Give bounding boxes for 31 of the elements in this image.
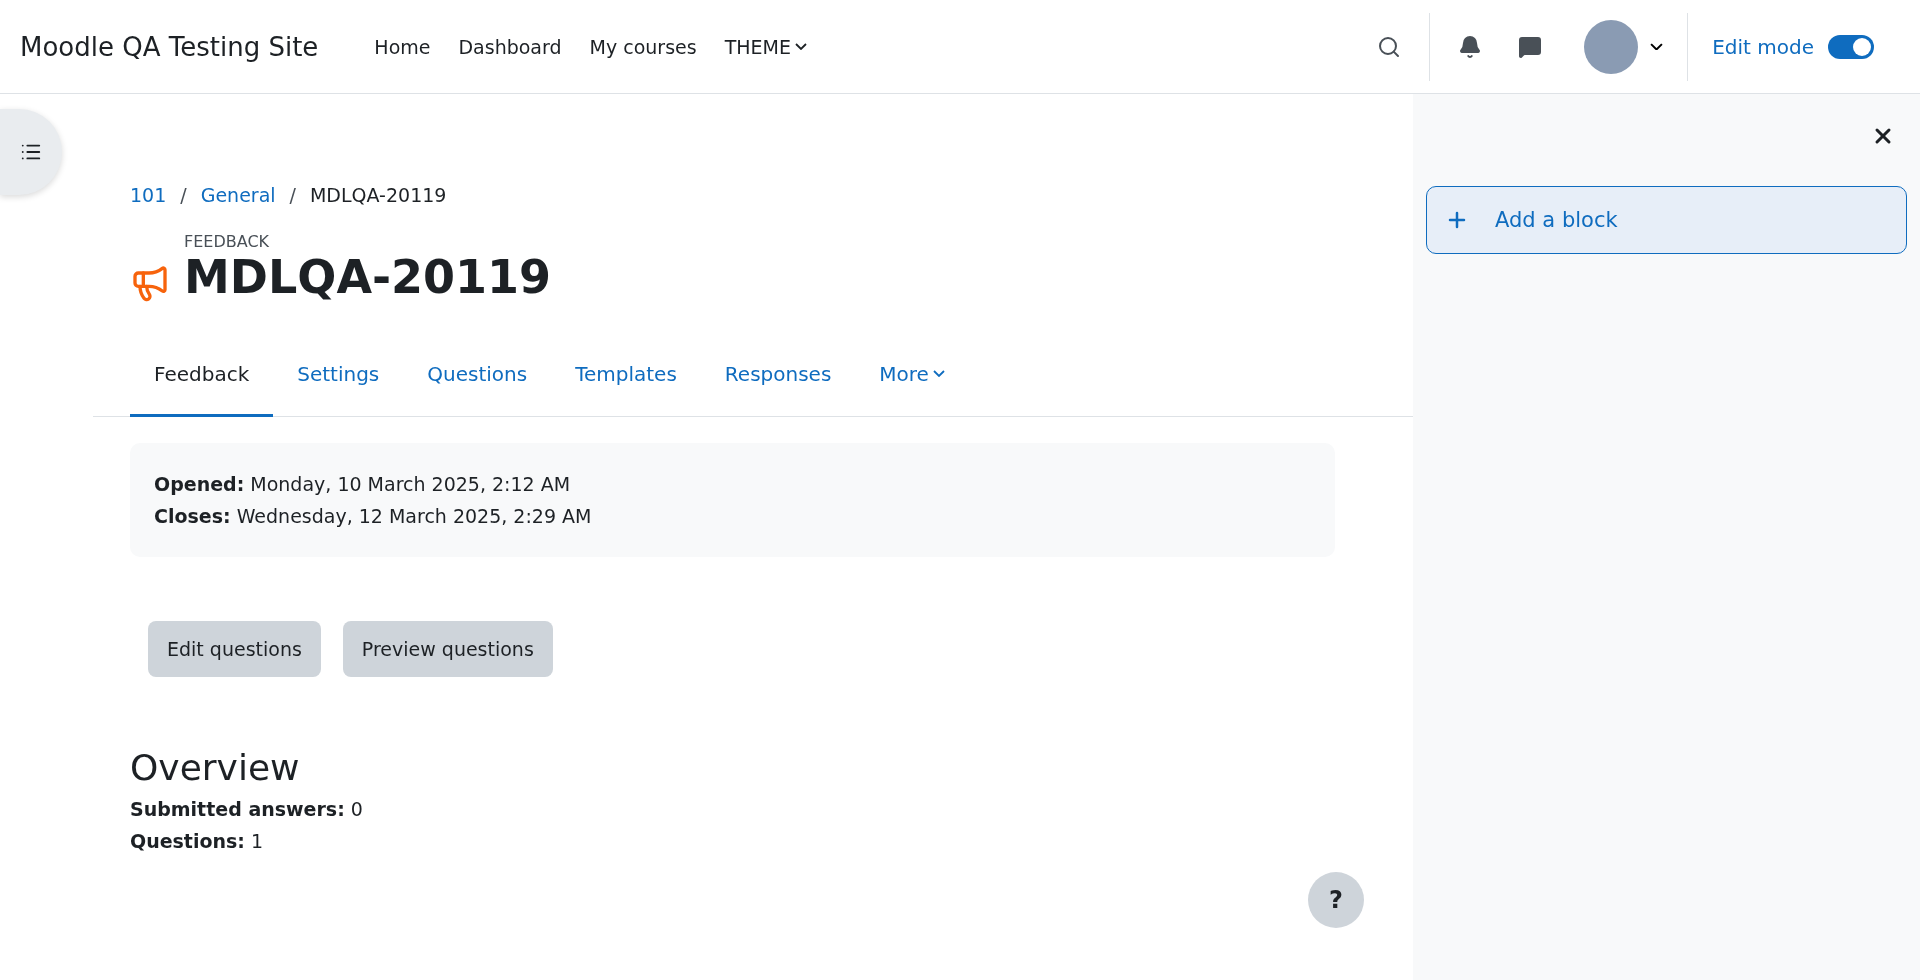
add-block-button[interactable]: Add a block xyxy=(1426,186,1907,254)
tab[interactable]: Settings xyxy=(273,339,404,417)
date-line: Closes: Wednesday, 12 March 2025, 2:29 AM xyxy=(154,504,593,527)
tab[interactable]: Feedback xyxy=(130,339,274,417)
action-button[interactable]: Edit questions xyxy=(148,620,321,677)
tab[interactable]: Templates xyxy=(551,339,701,417)
site-name[interactable]: Moodle QA Testing Site xyxy=(20,31,319,62)
tab[interactable]: More xyxy=(855,339,969,417)
date-line: Opened: Monday, 10 March 2025, 2:12 AM xyxy=(154,472,572,495)
tab[interactable]: Responses xyxy=(700,339,856,417)
page-title: MDLQA-20119 xyxy=(184,251,552,304)
overview-line: Questions: 1 xyxy=(130,829,265,852)
module-type: FEEDBACK xyxy=(184,232,271,251)
tab[interactable]: Questions xyxy=(403,339,552,417)
edit-mode-label: Edit mode xyxy=(1712,34,1814,59)
nav-link[interactable]: THEME xyxy=(712,27,819,66)
breadcrumb-item[interactable]: MDLQA-20119 xyxy=(309,184,447,206)
caret-icon xyxy=(1650,42,1664,51)
help-button[interactable]: ? xyxy=(1308,872,1364,928)
section-heading: Overview xyxy=(130,746,301,788)
breadcrumb-item[interactable]: 101 xyxy=(130,184,167,206)
nav-link[interactable]: My courses xyxy=(577,27,709,66)
user-menu[interactable] xyxy=(1584,19,1664,74)
breadcrumb-separator: / xyxy=(180,184,187,206)
breadcrumb-separator: / xyxy=(289,184,296,206)
nav-link[interactable]: Home xyxy=(362,27,443,66)
breadcrumb-item[interactable]: General xyxy=(200,184,276,206)
edit-mode-toggle[interactable] xyxy=(1828,34,1874,59)
action-button[interactable]: Preview questions xyxy=(342,620,553,677)
nav-link[interactable]: Dashboard xyxy=(446,27,574,66)
overview-line: Submitted answers: 0 xyxy=(130,797,364,820)
